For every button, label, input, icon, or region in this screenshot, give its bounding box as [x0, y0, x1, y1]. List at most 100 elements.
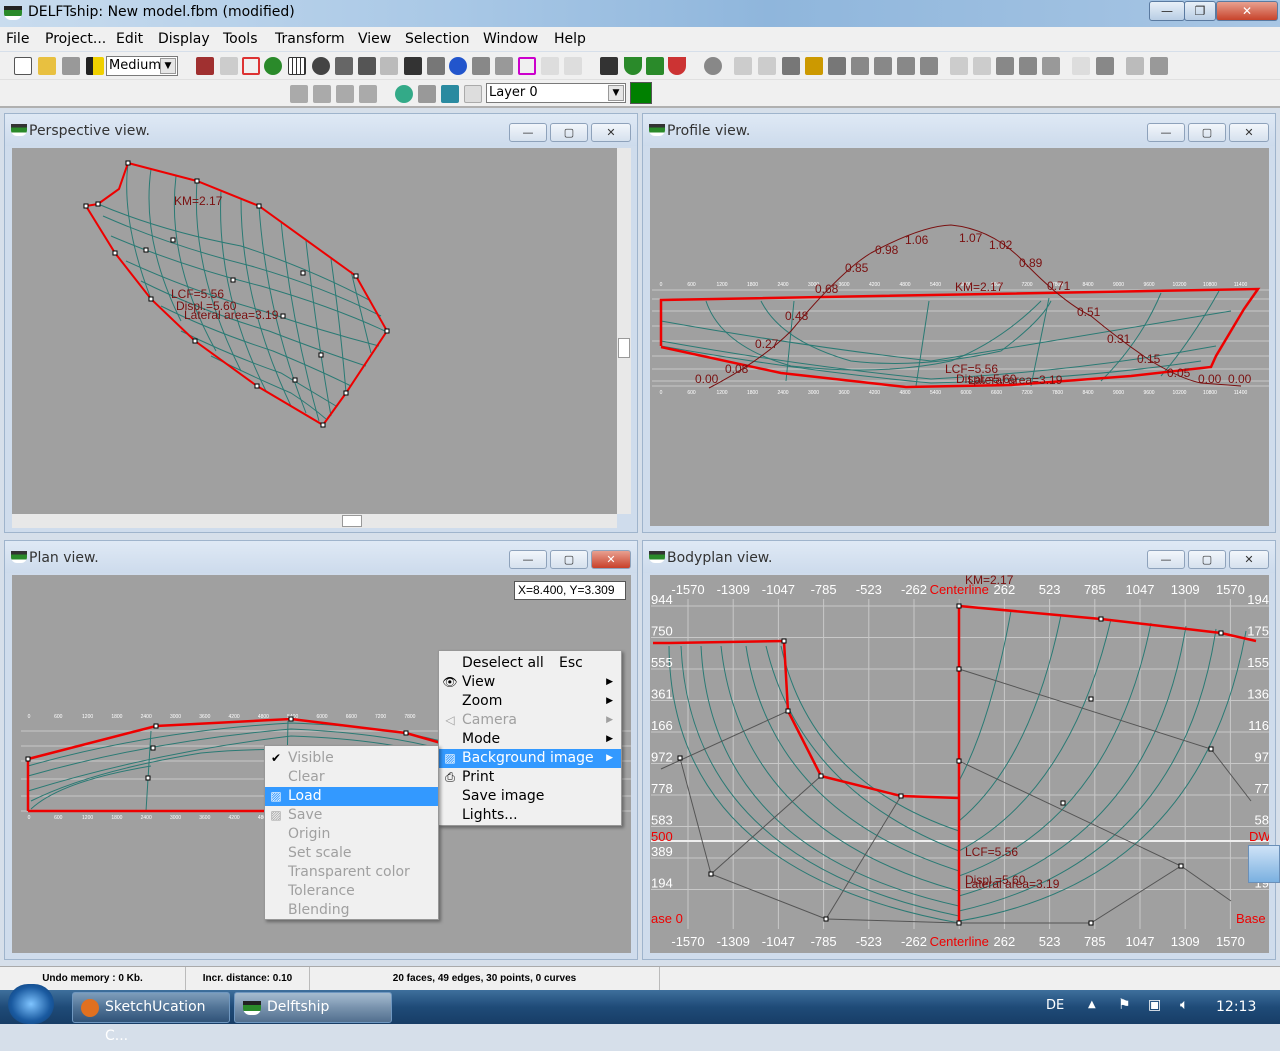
- menu-item-camera[interactable]: ◁ Camera ▶: [439, 711, 621, 730]
- curvature-plot-icon[interactable]: [518, 57, 536, 75]
- menu-tools[interactable]: Tools: [223, 31, 258, 47]
- scrollbar-thumb[interactable]: [342, 515, 362, 527]
- light-icon[interactable]: [1126, 57, 1144, 75]
- layer-properties-icon[interactable]: [418, 85, 436, 103]
- buttocks-icon[interactable]: [335, 57, 353, 75]
- maximize-button[interactable]: ▢: [550, 123, 588, 142]
- menu-item-set-scale[interactable]: Set scale: [265, 844, 438, 863]
- crease-icon[interactable]: [874, 57, 892, 75]
- menu-view[interactable]: View: [358, 31, 391, 47]
- waterlines-icon[interactable]: [358, 57, 376, 75]
- network-icon[interactable]: ▣: [1148, 997, 1161, 1013]
- profile-viewport[interactable]: 0 0 600 600 1200 1200 1800 1800 2400 2400 3000 3000…: [650, 148, 1269, 526]
- close-button[interactable]: ✕: [591, 550, 631, 569]
- side-widget-icon[interactable]: [1248, 845, 1280, 883]
- curve-icon[interactable]: [541, 57, 559, 75]
- face-icon[interactable]: [782, 57, 800, 75]
- maximize-button[interactable]: ▢: [1188, 550, 1226, 569]
- exit-icon[interactable]: [86, 57, 104, 75]
- stations-icon[interactable]: [312, 57, 330, 75]
- layer-icon[interactable]: [600, 57, 618, 75]
- menu-item-lights[interactable]: Lights...: [439, 806, 621, 825]
- minimize-button[interactable]: —: [1147, 550, 1185, 569]
- layer-grid-icon[interactable]: [464, 85, 482, 103]
- menu-display[interactable]: Display: [158, 31, 210, 47]
- menu-item-deselect-all[interactable]: Deselect all Esc: [439, 654, 621, 673]
- interior-edges-icon[interactable]: [220, 57, 238, 75]
- minimize-button[interactable]: —: [509, 123, 547, 142]
- menu-item-background-image[interactable]: ▨ Background image ▶: [439, 749, 621, 768]
- keel-icon[interactable]: [359, 85, 377, 103]
- menu-window[interactable]: Window: [483, 31, 538, 47]
- control-net-icon[interactable]: [196, 57, 214, 75]
- menu-item-tolerance[interactable]: Tolerance: [265, 882, 438, 901]
- maximize-button[interactable]: ❐: [1184, 1, 1216, 21]
- menu-item-save-image[interactable]: Save image: [439, 787, 621, 806]
- collapse-icon[interactable]: [851, 57, 869, 75]
- hull-icon[interactable]: [624, 57, 642, 75]
- precision-select[interactable]: Medium ▼: [106, 56, 178, 76]
- menu-item-transparent-color[interactable]: Transparent color: [265, 863, 438, 882]
- start-button[interactable]: [8, 984, 54, 1024]
- layer-visible-icon[interactable]: [395, 85, 413, 103]
- menu-item-view[interactable]: 👁︎ View ▶: [439, 673, 621, 692]
- close-button[interactable]: ✕: [1229, 550, 1269, 569]
- edge-icon[interactable]: [805, 57, 823, 75]
- flowlines-icon[interactable]: [427, 57, 445, 75]
- connect-icon[interactable]: [920, 57, 938, 75]
- close-button[interactable]: ✕: [1229, 123, 1269, 142]
- curvature-icon[interactable]: [242, 57, 260, 75]
- import-icon[interactable]: [313, 85, 331, 103]
- normals-icon[interactable]: [264, 57, 282, 75]
- extrude-icon[interactable]: [897, 57, 915, 75]
- task-delftship[interactable]: Delftship: [234, 992, 392, 1023]
- menu-item-zoom[interactable]: Zoom ▶: [439, 692, 621, 711]
- transform-icon[interactable]: [1042, 57, 1060, 75]
- menu-selection[interactable]: Selection: [405, 31, 470, 47]
- hydrostatics-icon[interactable]: [404, 57, 422, 75]
- bodyplan-viewport[interactable]: -1570 -1570 -1309 -1309 -1047 -1047 -785 -785 -5…: [650, 575, 1269, 953]
- fair-curve-icon[interactable]: [564, 57, 582, 75]
- layer-color-swatch[interactable]: [630, 82, 652, 104]
- minimize-button[interactable]: —: [1149, 1, 1185, 21]
- save-icon[interactable]: [62, 57, 80, 75]
- minimize-button[interactable]: —: [1147, 123, 1185, 142]
- minimize-button[interactable]: —: [509, 550, 547, 569]
- menu-item-clear[interactable]: Clear: [265, 768, 438, 787]
- menu-project[interactable]: Project...: [45, 31, 106, 47]
- clock[interactable]: 12:13: [1216, 999, 1256, 1015]
- edit-curve-icon[interactable]: [1096, 57, 1114, 75]
- hull-red-icon[interactable]: [668, 57, 686, 75]
- menu-item-origin[interactable]: Origin: [265, 825, 438, 844]
- new-curve-icon[interactable]: [1072, 57, 1090, 75]
- open-folder-icon[interactable]: [38, 57, 56, 75]
- markers-icon[interactable]: [449, 57, 467, 75]
- add-point-icon[interactable]: [734, 57, 752, 75]
- export-icon[interactable]: [336, 85, 354, 103]
- move-point-icon[interactable]: [758, 57, 776, 75]
- maximize-button[interactable]: ▢: [1188, 123, 1226, 142]
- volume-icon[interactable]: 🔈︎: [1180, 997, 1188, 1013]
- layer-select[interactable]: Layer 0 ▼: [486, 83, 626, 103]
- new-model-icon[interactable]: [290, 85, 308, 103]
- task-sketchucation[interactable]: SketchUcation C...: [72, 992, 230, 1044]
- menu-item-blending[interactable]: Blending: [265, 901, 438, 920]
- perspective-viewport[interactable]: KM=2.17 LCF=5.56 Displ.=5.60 Lateral are…: [12, 148, 617, 514]
- diagonals-icon[interactable]: [380, 57, 398, 75]
- new-file-icon[interactable]: [14, 57, 32, 75]
- vertical-scrollbar[interactable]: [617, 148, 631, 514]
- mirror-icon[interactable]: [950, 57, 968, 75]
- split-edge-icon[interactable]: [828, 57, 846, 75]
- render-icon[interactable]: [1150, 57, 1168, 75]
- action-center-icon[interactable]: ⚑: [1118, 997, 1131, 1013]
- close-button[interactable]: ✕: [591, 123, 631, 142]
- hull-section-icon[interactable]: [646, 57, 664, 75]
- maximize-button[interactable]: ▢: [550, 550, 588, 569]
- menu-item-load[interactable]: ▨ Load: [265, 787, 438, 806]
- menu-edit[interactable]: Edit: [116, 31, 143, 47]
- menu-file[interactable]: File: [6, 31, 29, 47]
- show-hidden-icons[interactable]: ▲: [1088, 999, 1096, 1010]
- point-icon[interactable]: [704, 57, 722, 75]
- grid-icon[interactable]: [288, 57, 306, 75]
- close-button[interactable]: ✕: [1216, 1, 1278, 21]
